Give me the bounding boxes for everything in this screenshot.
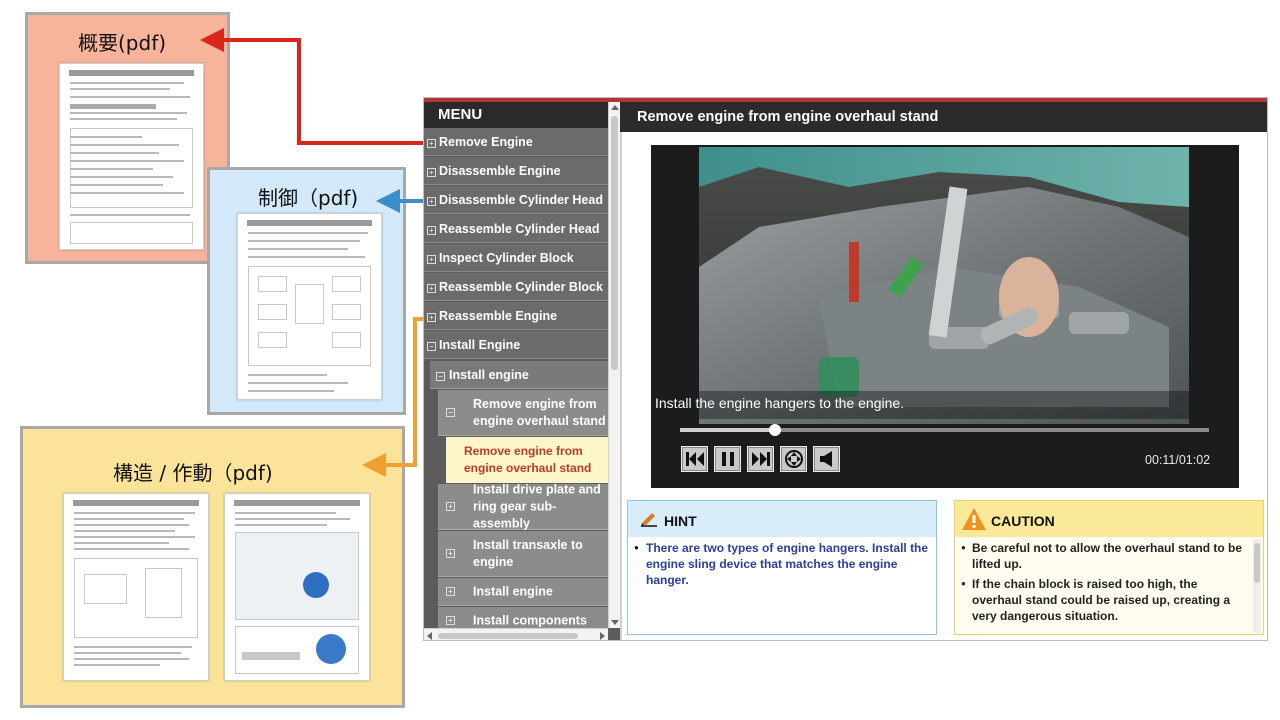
structure-pdf-thumbnail-2[interactable] <box>224 493 370 681</box>
menu-vertical-scrollbar[interactable] <box>608 102 620 628</box>
structure-pdf-title: 構造 / 作動（pdf) <box>113 461 273 485</box>
volume-button[interactable] <box>813 446 840 472</box>
plus-box-icon: + <box>427 284 436 293</box>
skip-back-icon <box>686 452 704 466</box>
hint-label: HINT <box>664 513 697 529</box>
progress-fill <box>680 428 776 432</box>
scroll-down-icon[interactable] <box>611 620 619 625</box>
plus-box-icon: + <box>446 586 455 596</box>
menu-horizontal-scrollbar[interactable] <box>424 628 608 640</box>
overview-pdf-callout: 概要(pdf) <box>25 12 230 264</box>
video-frame[interactable] <box>699 147 1189 424</box>
skip-forward-button[interactable] <box>747 446 774 472</box>
control-pdf-thumbnail[interactable] <box>237 213 382 400</box>
menu-scroll-thumb[interactable] <box>611 116 618 370</box>
caution-item: Be careful not to allow the overhaul sta… <box>961 540 1249 572</box>
hint-panel: HINT There are two types of engine hange… <box>627 500 937 635</box>
warning-triangle-icon <box>962 508 986 530</box>
selected-step-remove-engine-from-stand[interactable]: Remove engine from engine overhaul stand <box>446 437 608 483</box>
video-subtitle: Install the engine hangers to the engine… <box>655 395 905 411</box>
menu-item-reassemble-cylinder-block[interactable]: + Reassemble Cylinder Block <box>424 273 608 301</box>
plus-box-icon: + <box>427 139 436 148</box>
pencil-icon <box>641 513 657 527</box>
video-time: 00:11/01:02 <box>1145 453 1211 467</box>
menu-hscroll-thumb[interactable] <box>438 633 578 639</box>
caution-item: If the chain block is raised too high, t… <box>961 576 1249 624</box>
menu-header: MENU <box>424 102 608 128</box>
overview-arrow <box>200 28 432 145</box>
subitem-install-drive-plate[interactable]: + Install drive plate and ring gear sub-a… <box>438 482 608 530</box>
structure-pdf-thumbnail-1[interactable] <box>63 493 209 681</box>
panel-divider <box>620 132 622 640</box>
control-pdf-title: 制御（pdf) <box>258 186 359 210</box>
menu-item-remove-engine[interactable]: + Remove Engine <box>424 128 608 156</box>
menu-item-inspect-cylinder-block[interactable]: + Inspect Cylinder Block <box>424 244 608 272</box>
volume-icon <box>820 451 832 467</box>
pause-button[interactable] <box>714 446 741 472</box>
plus-box-icon: + <box>427 226 436 235</box>
caution-scroll-thumb[interactable] <box>1254 543 1260 583</box>
pause-icon <box>722 452 734 466</box>
video-progress-bar[interactable] <box>680 424 1209 436</box>
control-pdf-callout: 制御（pdf) <box>207 167 406 415</box>
overview-pdf-thumbnail[interactable] <box>59 63 204 250</box>
submenu-install-engine[interactable]: − Install engine <box>430 361 608 389</box>
overview-pdf-title: 概要(pdf) <box>78 31 167 55</box>
fullscreen-button[interactable] <box>780 446 807 472</box>
plus-box-icon: + <box>427 197 436 206</box>
plus-box-icon: + <box>427 313 436 322</box>
scroll-up-icon[interactable] <box>611 105 619 110</box>
subitem-install-transaxle[interactable]: + Install transaxle to engine <box>438 531 608 577</box>
content-title: Remove engine from engine overhaul stand <box>620 102 1267 132</box>
subitem-install-engine[interactable]: + Install engine <box>438 578 608 606</box>
menu-panel: MENU + Remove Engine + Disassemble Engine … <box>424 102 620 640</box>
hint-text: There are two types of engine hangers. I… <box>634 540 930 588</box>
fullscreen-icon <box>785 450 803 468</box>
plus-box-icon: + <box>446 548 455 558</box>
menu-item-disassemble-cylinder-head[interactable]: + Disassemble Cylinder Head <box>424 186 608 214</box>
video-player[interactable]: Install the engine hangers to the engine… <box>651 145 1239 488</box>
progress-knob[interactable] <box>769 424 782 436</box>
minus-box-icon: − <box>436 372 445 381</box>
scroll-right-icon[interactable] <box>600 632 605 640</box>
plus-box-icon: + <box>446 615 455 625</box>
minus-box-icon: − <box>446 407 455 417</box>
plus-box-icon: + <box>427 168 436 177</box>
menu-item-reassemble-engine[interactable]: + Reassemble Engine <box>424 302 608 330</box>
menu-item-reassemble-cylinder-head[interactable]: + Reassemble Cylinder Head <box>424 215 608 243</box>
skip-forward-icon <box>752 452 770 466</box>
structure-pdf-callout: 構造 / 作動（pdf) <box>20 426 405 708</box>
caution-list: Be careful not to allow the overhaul sta… <box>961 540 1249 628</box>
plus-box-icon: + <box>427 255 436 264</box>
caution-panel: CAUTION Be careful not to allow the over… <box>954 500 1264 635</box>
skip-back-button[interactable] <box>681 446 708 472</box>
menu-item-install-engine[interactable]: − Install Engine <box>424 331 608 359</box>
minus-box-icon: − <box>427 342 436 351</box>
training-viewer-window: MENU + Remove Engine + Disassemble Engine … <box>423 97 1268 641</box>
caution-scrollbar[interactable] <box>1253 539 1261 633</box>
plus-box-icon: + <box>446 501 455 511</box>
scroll-left-icon[interactable] <box>427 632 432 640</box>
caution-label: CAUTION <box>991 513 1055 529</box>
subitem-remove-engine-from-stand[interactable]: − Remove engine from engine overhaul stan… <box>438 390 608 436</box>
menu-item-disassemble-engine[interactable]: + Disassemble Engine <box>424 157 608 185</box>
